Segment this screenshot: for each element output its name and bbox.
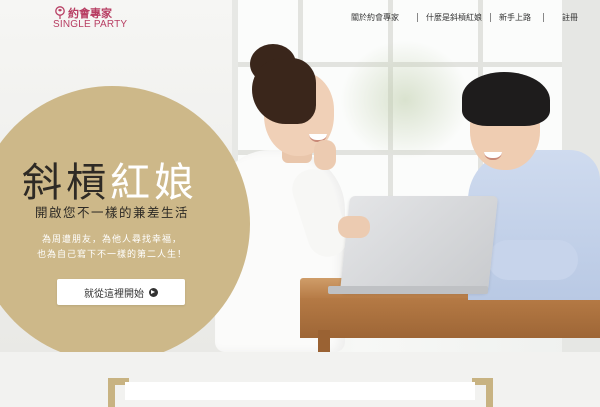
nav-divider bbox=[490, 13, 491, 22]
woman-hand bbox=[314, 140, 336, 170]
content-card bbox=[125, 382, 475, 400]
nav-divider bbox=[417, 13, 418, 22]
nav-divider bbox=[543, 13, 544, 22]
site-logo[interactable]: 約會專家 SINGLE PARTY bbox=[52, 4, 142, 32]
start-here-button[interactable]: 就從這裡開始 bbox=[57, 279, 185, 305]
laptop-base bbox=[328, 286, 488, 294]
woman-hand-on-laptop bbox=[338, 216, 370, 238]
hero-description-line2: 也為自己寫下不一樣的第二人生！ bbox=[36, 250, 187, 260]
hero-description: 為周遭朋友，為他人尋找幸福， 也為自己寫下不一樣的第二人生！ bbox=[0, 233, 224, 263]
start-here-label: 就從這裡開始 bbox=[84, 288, 144, 300]
frame-corner-right bbox=[472, 378, 493, 407]
background-greenery bbox=[340, 40, 470, 160]
nav-item-what-is[interactable]: 什麼是斜槓紅娘 bbox=[426, 12, 482, 23]
laptop-icon bbox=[339, 196, 499, 292]
man-arm bbox=[488, 240, 578, 280]
hero-title-part2: 紅娘 bbox=[110, 160, 198, 206]
nav-item-beginner[interactable]: 新手上路 bbox=[499, 12, 531, 23]
table-leg bbox=[318, 330, 330, 352]
arrow-right-circle-icon bbox=[149, 287, 158, 297]
hero-description-line1: 為周遭朋友，為他人尋找幸福， bbox=[41, 235, 182, 245]
logo-name-en: SINGLE PARTY bbox=[53, 19, 128, 30]
woman-hair bbox=[252, 58, 316, 124]
hero-title-part1: 斜槓 bbox=[22, 160, 110, 206]
nav-item-register[interactable]: 註冊 bbox=[562, 12, 578, 23]
hero-title: 斜槓紅娘 bbox=[22, 150, 242, 208]
table-front bbox=[300, 298, 600, 338]
man-hair bbox=[462, 72, 550, 126]
hero-subtitle: 開啟您不一樣的兼差生活 bbox=[34, 205, 189, 220]
rose-icon bbox=[55, 6, 65, 19]
nav-item-about[interactable]: 關於約會專家 bbox=[351, 12, 399, 23]
